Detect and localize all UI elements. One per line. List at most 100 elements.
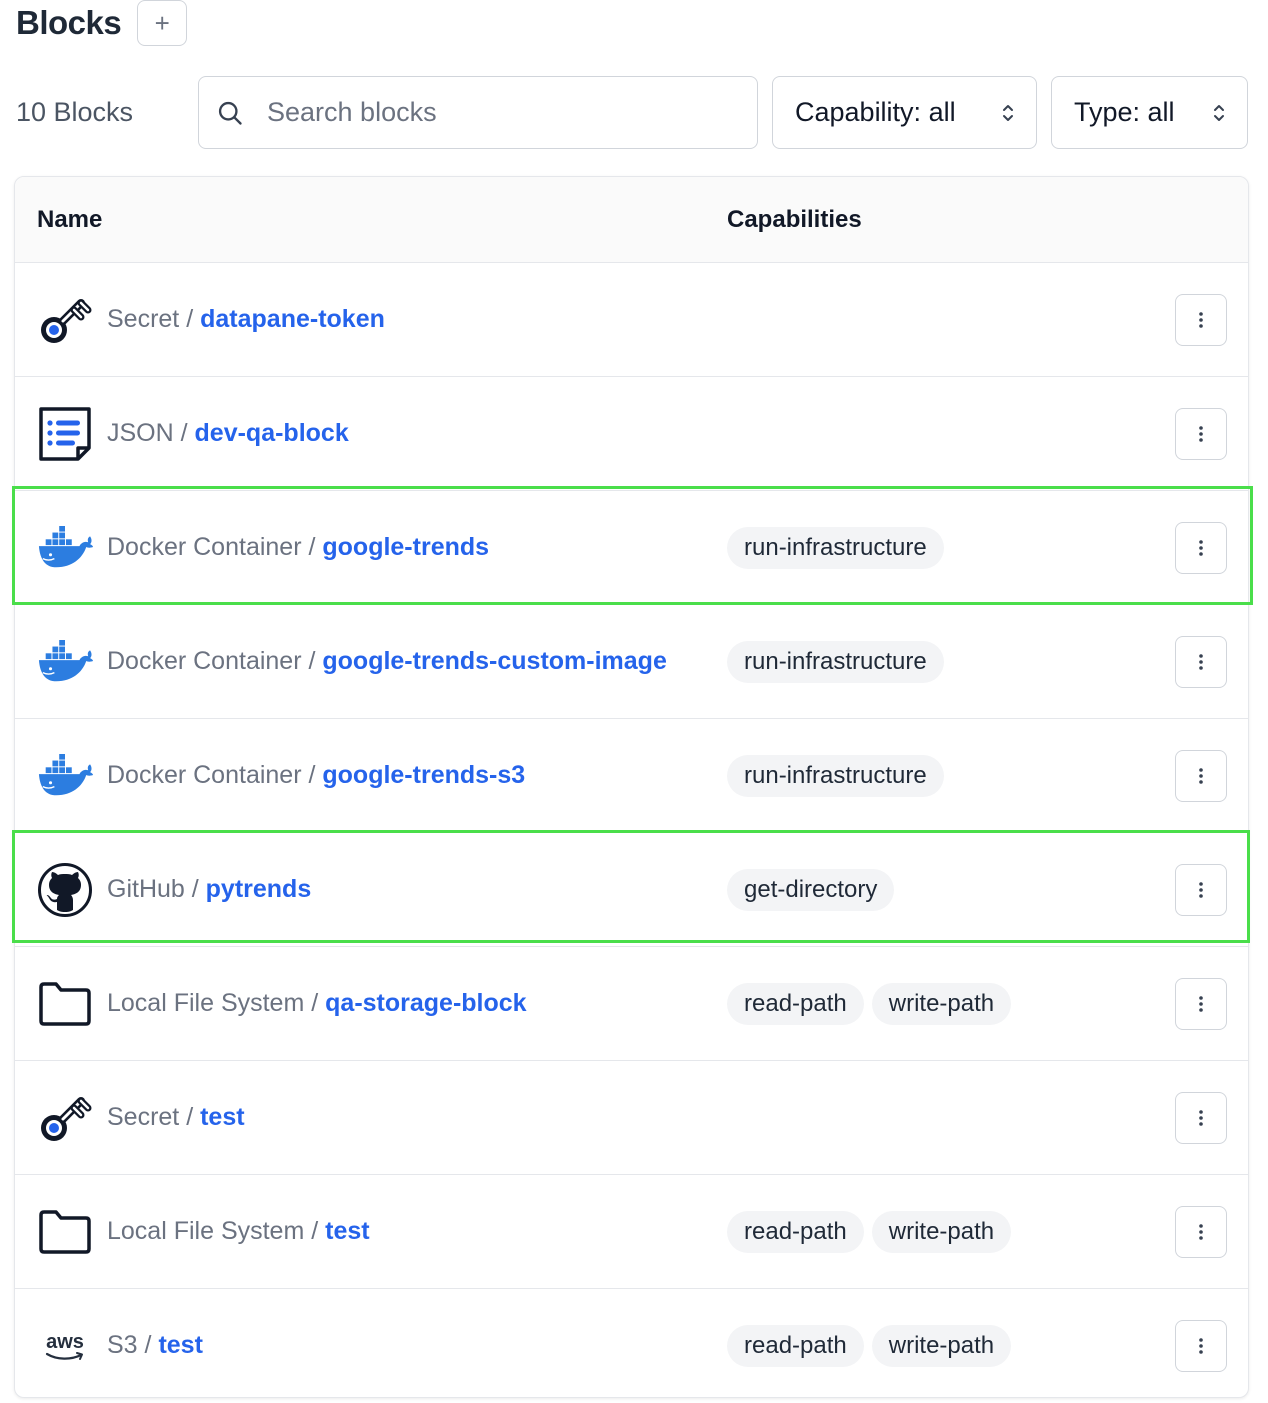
block-type-label: JSON [107,419,174,447]
add-block-button[interactable]: + [137,0,188,46]
capability-badge: write-path [871,1325,1012,1367]
search-box[interactable] [198,76,758,149]
column-header-name: Name [37,206,103,233]
capability-badge: write-path [871,1211,1012,1253]
row-menu-button[interactable] [1175,1320,1227,1372]
table-row: Local File System / test read-path write-p… [15,1175,1248,1289]
more-vertical-icon [1198,652,1204,672]
capabilities-cell: get-directory [727,869,895,911]
type-filter-select[interactable]: Type: all [1051,76,1248,149]
row-menu-button[interactable] [1175,1206,1227,1258]
chevron-updown-icon [1000,100,1016,126]
block-type-label: Local File System [107,1217,305,1245]
more-vertical-icon [1198,538,1204,558]
separator: / [173,419,195,447]
more-vertical-icon [1198,1108,1204,1128]
block-name-link[interactable]: test [200,1103,244,1131]
row-menu-button[interactable] [1175,978,1227,1030]
folder-icon [37,976,93,1032]
capability-badge: read-path [727,1211,864,1253]
page-title: Blocks [16,4,122,41]
table-row: Docker Container / google-trends-custom-… [15,605,1248,719]
docker-icon [37,520,93,576]
separator: / [304,989,326,1017]
capability-badge: read-path [727,983,864,1025]
block-name-cell: Docker Container / google-trends-custom-… [107,605,667,718]
block-name-link[interactable]: google-trends-custom-image [322,647,666,675]
row-menu-button[interactable] [1175,864,1227,916]
json-list-icon [37,406,93,462]
table-row: Local File System / qa-storage-block read… [15,947,1248,1061]
block-name-link[interactable]: datapane-token [200,305,385,333]
row-menu-button[interactable] [1175,522,1227,574]
block-name-link[interactable]: google-trends-s3 [322,761,525,789]
block-name-link[interactable]: test [158,1331,202,1359]
aws-icon-text: aws [46,1331,84,1353]
row-menu-button[interactable] [1175,750,1227,802]
separator: / [137,1331,159,1359]
blocks-table: Name Capabilities Secret / datapane-toke… [14,176,1249,1398]
capabilities-cell: read-path write-path [727,983,1012,1025]
block-type-label: GitHub [107,875,185,903]
chevron-updown-icon [1211,100,1227,126]
table-body: Secret / datapane-token JSON / dev-qa-bl… [15,263,1248,1403]
block-name-cell: Local File System / qa-storage-block [107,947,527,1060]
block-name-cell: JSON / dev-qa-block [107,377,349,490]
separator: / [179,305,201,333]
block-name-link[interactable]: google-trends [322,533,489,561]
capability-badge: write-path [871,983,1012,1025]
aws-icon: aws [37,1318,93,1374]
folder-icon [37,1204,93,1260]
separator: / [179,1103,201,1131]
row-menu-button[interactable] [1175,408,1227,460]
capability-filter-select[interactable]: Capability: all [772,76,1037,149]
capability-filter-label: Capability: all [795,97,956,127]
more-vertical-icon [1198,424,1204,444]
search-input[interactable] [265,96,729,129]
block-name-link[interactable]: test [325,1217,369,1245]
table-row: Secret / datapane-token [15,263,1248,377]
separator: / [301,647,323,675]
row-menu-button[interactable] [1175,1092,1227,1144]
separator: / [301,533,323,561]
more-vertical-icon [1198,766,1204,786]
more-vertical-icon [1198,880,1204,900]
block-name-link[interactable]: pytrends [206,875,312,903]
separator: / [301,761,323,789]
more-vertical-icon [1198,994,1204,1014]
table-row: Docker Container / google-trends run-infr… [15,491,1248,605]
row-menu-button[interactable] [1175,636,1227,688]
block-name-cell: Secret / datapane-token [107,263,385,376]
capabilities-cell: run-infrastructure [727,527,944,569]
more-vertical-icon [1198,310,1204,330]
block-name-link[interactable]: dev-qa-block [195,419,349,447]
block-name-cell: GitHub / pytrends [107,833,311,946]
table-row: JSON / dev-qa-block [15,377,1248,491]
block-type-label: Secret [107,305,180,333]
capability-badge: run-infrastructure [727,641,944,683]
block-name-cell: S3 / test [107,1289,203,1402]
capabilities-cell: run-infrastructure [727,755,944,797]
key-icon [37,1090,93,1146]
capability-badge: get-directory [727,869,895,911]
table-row: GitHub / pytrends get-directory [15,833,1248,947]
block-name-link[interactable]: qa-storage-block [325,989,526,1017]
block-type-label: Docker Container [107,761,302,789]
block-type-label: Local File System [107,989,305,1017]
block-name-cell: Local File System / test [107,1175,370,1288]
capabilities-cell: read-path write-path [727,1325,1012,1367]
table-row: Docker Container / google-trends-s3 run-i… [15,719,1248,833]
block-name-cell: Docker Container / google-trends-s3 [107,719,525,832]
separator: / [184,875,206,903]
capabilities-cell: run-infrastructure [727,641,944,683]
row-menu-button[interactable] [1175,294,1227,346]
capability-badge: run-infrastructure [727,755,944,797]
table-row: Secret / test [15,1061,1248,1175]
more-vertical-icon [1198,1336,1204,1356]
docker-icon [37,634,93,690]
filters-bar: 10 Blocks Capability: all Type: all [16,76,1248,149]
capability-badge: run-infrastructure [727,527,944,569]
more-vertical-icon [1198,1222,1204,1242]
block-name-cell: Docker Container / google-trends [107,491,489,604]
docker-icon [37,748,93,804]
